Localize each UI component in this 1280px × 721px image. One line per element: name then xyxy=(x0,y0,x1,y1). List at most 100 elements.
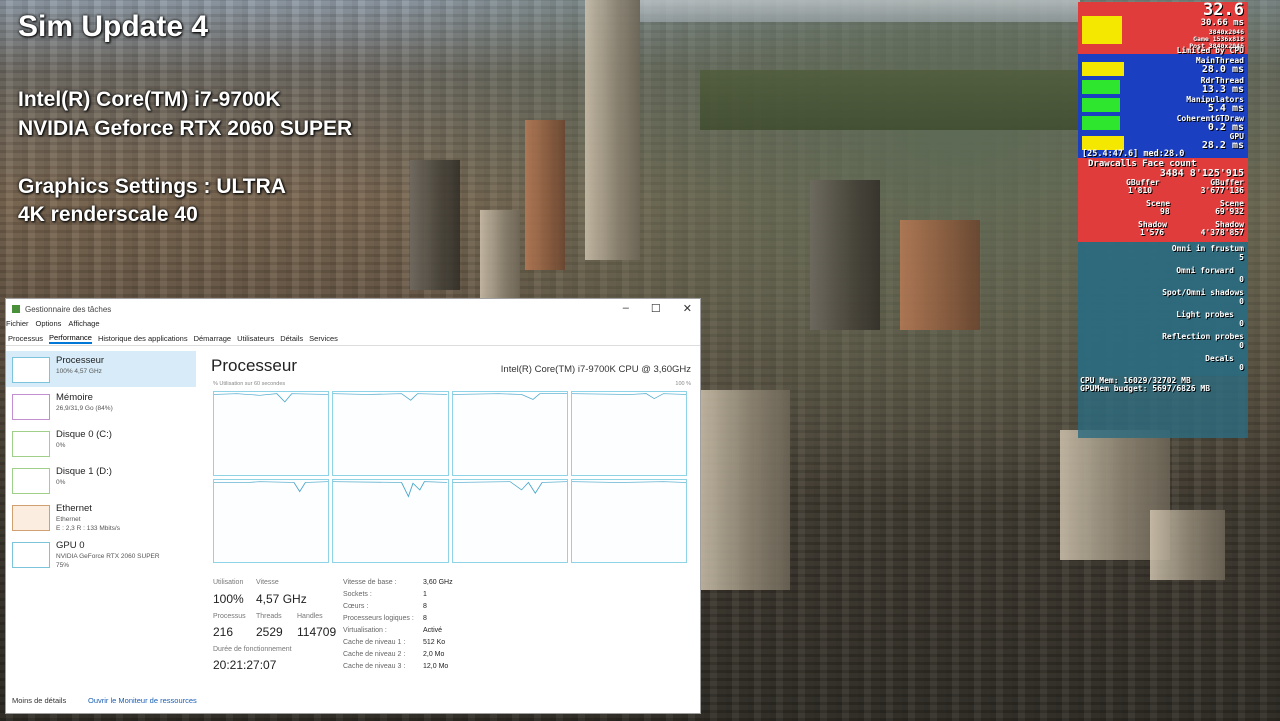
sidebar-item-processeur[interactable]: Processeur 100% 4,57 GHz xyxy=(6,351,196,387)
titlebar: Gestionnaire des tâches xyxy=(6,299,700,319)
skyscraper xyxy=(900,220,980,330)
manipulators-bar xyxy=(1082,98,1120,112)
video-title: Sim Update 4 xyxy=(18,10,209,43)
task-manager-icon xyxy=(12,305,20,313)
sidebar-item-label: Mémoire xyxy=(56,392,93,403)
utilisation-value: 100% xyxy=(213,592,244,606)
sidebar-item-memoire[interactable]: Mémoire 26,9/31,9 Go (84%) xyxy=(6,388,196,424)
footer: Moins de détails Ouvrir le Moniteur de r… xyxy=(6,691,700,711)
sidebar-item-ethernet[interactable]: Ethernet Ethernet E : 2,3 R : 133 Mbits/s xyxy=(6,499,196,535)
uptime-value: 20:21:27:07 xyxy=(213,658,277,672)
sidebar-item-label: Disque 0 (C:) xyxy=(56,429,112,440)
sidebar-item-value: 0% xyxy=(56,479,66,486)
sidebar-item-label: Processeur xyxy=(56,355,105,366)
memory-mini-graph xyxy=(12,394,50,420)
graph-caption: % Utilisation sur 60 secondes xyxy=(213,381,286,387)
detail-value: 8 xyxy=(423,615,427,622)
handles-value: 114709 xyxy=(297,625,337,639)
graph-max: 100 % xyxy=(675,381,691,387)
tab-processus[interactable]: Processus xyxy=(8,334,43,343)
core-graph xyxy=(213,478,330,563)
cpu-spec: Intel(R) Core(TM) i7-9700K xyxy=(18,88,281,111)
minimize-button[interactable]: – xyxy=(623,302,629,315)
tab-performance[interactable]: Performance xyxy=(49,333,92,344)
fewer-details-link[interactable]: Moins de détails xyxy=(12,696,66,705)
menu-options[interactable]: Options xyxy=(36,319,62,331)
ethernet-throughput: E : 2,3 R : 133 Mbits/s xyxy=(56,525,120,532)
skyscraper xyxy=(525,120,565,270)
core-graph xyxy=(451,478,568,563)
page-title: Processeur xyxy=(211,356,297,375)
gpu-spec: NVIDIA Geforce RTX 2060 SUPER xyxy=(18,117,353,140)
omni-frustum-value: 5 xyxy=(1239,253,1244,262)
menu-fichier[interactable]: Fichier xyxy=(6,319,29,331)
ethernet-adapter: Ethernet xyxy=(56,516,81,523)
decals-value: 0 xyxy=(1239,363,1244,372)
reflection-probes-label: Reflection probes xyxy=(1162,332,1244,341)
coherent-bar xyxy=(1082,116,1120,130)
light-probes-value: 0 xyxy=(1239,319,1244,328)
detail-key: Cache de niveau 1 : xyxy=(343,639,406,646)
skyscraper xyxy=(1150,510,1225,580)
spot-omni-label: Spot/Omni shadows xyxy=(1162,288,1244,297)
gbuffer-left-value: 1'810 xyxy=(1128,186,1153,195)
gpu-value: 28.2 ms xyxy=(1201,140,1244,151)
tab-utilisateurs[interactable]: Utilisateurs xyxy=(237,334,274,343)
sidebar-item-gpu-0[interactable]: GPU 0 NVIDIA GeForce RTX 2060 SUPER 75% xyxy=(6,536,196,572)
disk-mini-graph xyxy=(12,431,50,457)
threads-label: Threads xyxy=(256,613,282,620)
tab-details[interactable]: Détails xyxy=(280,334,303,343)
core-graphs xyxy=(213,391,687,563)
spot-omni-value: 0 xyxy=(1239,297,1244,306)
tab-demarrage[interactable]: Démarrage xyxy=(194,334,232,343)
tab-services[interactable]: Services xyxy=(309,334,338,343)
menu-bar: Fichier Options Affichage xyxy=(6,319,700,331)
core-graph xyxy=(451,391,568,476)
close-button[interactable]: ✕ xyxy=(683,302,692,315)
sidebar-item-label: GPU 0 xyxy=(56,540,85,551)
omni-frustum-label: Omni in frustum xyxy=(1171,244,1244,253)
detail-key: Cache de niveau 3 : xyxy=(343,663,406,670)
central-park xyxy=(700,70,1080,130)
detail-key: Cache de niveau 2 : xyxy=(343,651,406,658)
gpu-mini-graph xyxy=(12,542,50,568)
detail-key: Vitesse de base : xyxy=(343,579,397,586)
gpu-mem: GPUMem budget: 5697/6826 MB xyxy=(1080,384,1211,393)
core-graph xyxy=(332,391,449,476)
gpu-usage: 75% xyxy=(56,562,70,569)
sidebar-item-value: NVIDIA GeForce RTX 2060 SUPER 75% xyxy=(56,552,160,570)
skyscraper xyxy=(480,210,520,300)
renderscale-setting: 4K renderscale 40 xyxy=(18,203,198,226)
omni-forward-label: Omni forward xyxy=(1176,266,1234,275)
window-controls: – ☐ ✕ xyxy=(623,302,692,315)
rdrthread-bar xyxy=(1082,80,1120,94)
sky-horizon xyxy=(640,0,1080,22)
disk-mini-graph xyxy=(12,468,50,494)
utilisation-label: Utilisation xyxy=(213,579,244,586)
task-manager-window: Gestionnaire des tâches – ☐ ✕ Fichier Op… xyxy=(5,298,701,714)
detail-key: Cœurs : xyxy=(343,603,369,610)
core-graph xyxy=(570,391,687,476)
tab-historique[interactable]: Historique des applications xyxy=(98,334,188,343)
gpu-model: NVIDIA GeForce RTX 2060 SUPER xyxy=(56,553,160,560)
vitesse-value: 4,57 GHz xyxy=(256,592,307,606)
sidebar-item-disque-1[interactable]: Disque 1 (D:) 0% xyxy=(6,462,196,498)
core-graph xyxy=(332,478,449,563)
frametime-value: 30.66 ms xyxy=(1200,18,1244,28)
fps-value: 32.6 xyxy=(1203,0,1244,20)
window-title: Gestionnaire des tâches xyxy=(25,304,112,314)
maximize-button[interactable]: ☐ xyxy=(651,302,661,315)
menu-affichage[interactable]: Affichage xyxy=(68,319,99,331)
skyscraper xyxy=(585,0,640,260)
detail-value: 12,0 Mo xyxy=(423,663,449,670)
sidebar-item-disque-0[interactable]: Disque 0 (C:) 0% xyxy=(6,425,196,461)
cpu-mini-graph xyxy=(12,357,50,383)
threads-value: 2529 xyxy=(256,625,283,639)
detail-key: Processeurs logiques : xyxy=(343,615,414,622)
cpu-model: Intel(R) Core(TM) i7-9700K CPU @ 3,60GHz xyxy=(500,364,691,375)
processus-label: Processus xyxy=(213,613,246,620)
detail-value: 1 xyxy=(423,591,427,598)
resource-monitor-link[interactable]: Ouvrir le Moniteur de ressources xyxy=(88,696,197,705)
light-probes-label: Light probes xyxy=(1176,310,1234,319)
detail-value: 8 xyxy=(423,603,427,610)
